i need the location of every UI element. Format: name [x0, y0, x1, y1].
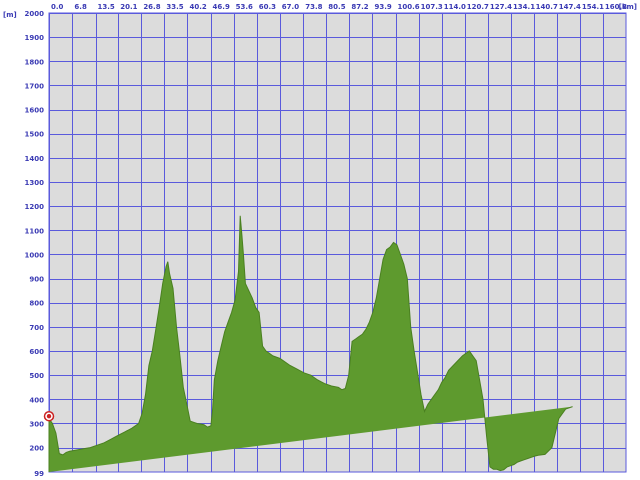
- y-tick-label: 1200: [25, 203, 45, 211]
- x-tick-label: 140.7: [536, 3, 558, 11]
- y-tick-label: 1100: [25, 227, 45, 235]
- x-tick-label: 80.5: [328, 3, 345, 11]
- x-tick-label: 100.6: [398, 3, 420, 11]
- x-tick-label: 20.1: [120, 3, 137, 11]
- elevation-profile-chart: 200 300 400 500 600 700 800 900 1000 1100 1200 1300…: [0, 0, 640, 480]
- y-tick-label: 1800: [25, 58, 45, 66]
- x-axis-ticks: 0.0 6.8 13.5 20.1 26.8 33.5 40.2 46.9 53.6 60.3 67…: [51, 3, 627, 11]
- y-axis-unit: [m]: [3, 11, 17, 19]
- x-tick-label: 87.2: [351, 3, 368, 11]
- y-tick-label: 200: [29, 445, 44, 453]
- chart-svg: 200 300 400 500 600 700 800 900 1000 1100 1200 1300…: [0, 0, 640, 480]
- y-tick-label: 500: [29, 372, 44, 380]
- y-tick-label: 700: [29, 324, 44, 332]
- x-tick-label: 6.8: [74, 3, 87, 11]
- start-marker: [43, 410, 55, 422]
- x-tick-label: 67.0: [282, 3, 299, 11]
- x-tick-label: 127.4: [490, 3, 512, 11]
- x-tick-label: 0.0: [51, 3, 64, 11]
- x-tick-label: 73.8: [305, 3, 322, 11]
- y-axis-min-label: 99: [34, 470, 44, 478]
- y-tick-label: 600: [29, 348, 44, 356]
- x-tick-label: 154.1: [582, 3, 604, 11]
- y-tick-label: 1300: [25, 179, 45, 187]
- y-tick-label: 1900: [25, 34, 45, 42]
- x-tick-label: 46.9: [213, 3, 230, 11]
- y-tick-label: 1400: [25, 155, 45, 163]
- y-tick-label: 2000: [25, 10, 45, 18]
- y-tick-label: 1000: [25, 251, 45, 259]
- x-tick-label: 93.9: [374, 3, 391, 11]
- y-tick-label: 800: [29, 300, 44, 308]
- x-axis-unit: [km]: [619, 3, 637, 11]
- y-tick-label: 1600: [25, 107, 45, 115]
- x-tick-label: 120.7: [467, 3, 489, 11]
- y-tick-label: 900: [29, 276, 44, 284]
- x-tick-label: 147.4: [559, 3, 581, 11]
- start-marker-dot: [46, 414, 52, 419]
- x-tick-label: 33.5: [166, 3, 183, 11]
- x-tick-label: 60.3: [259, 3, 276, 11]
- y-tick-label: 300: [29, 420, 44, 428]
- y-tick-label: 400: [29, 396, 44, 404]
- y-tick-label: 1500: [25, 131, 45, 139]
- x-tick-label: 13.5: [98, 3, 115, 11]
- x-tick-label: 114.0: [444, 3, 466, 11]
- x-tick-label: 26.8: [143, 3, 160, 11]
- x-tick-label: 107.3: [421, 3, 443, 11]
- x-tick-label: 134.1: [513, 3, 535, 11]
- y-tick-label: 1700: [25, 82, 45, 90]
- x-tick-label: 40.2: [189, 3, 206, 11]
- x-tick-label: 53.6: [236, 3, 253, 11]
